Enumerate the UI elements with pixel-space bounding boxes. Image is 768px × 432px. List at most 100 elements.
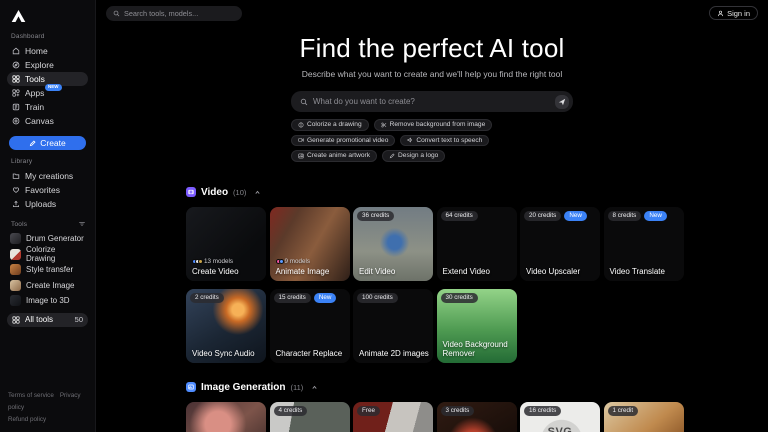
- sidebar-tool-colorize-drawing[interactable]: Colorize Drawing: [7, 247, 88, 263]
- new-badge: New: [564, 211, 587, 221]
- sidebar-tool-label: Image to 3D: [26, 296, 70, 305]
- card-title: Video Sync Audio: [192, 349, 262, 358]
- models-info: 13 models: [192, 258, 262, 265]
- credits-badge: 2 credits: [190, 293, 224, 303]
- refund-link[interactable]: Refund policy: [8, 416, 46, 423]
- card-title: Animate 2D images: [359, 349, 429, 358]
- credits-badge: 100 credits: [357, 293, 398, 303]
- user-icon: [717, 10, 724, 17]
- credits-badge: 15 credits: [274, 293, 311, 303]
- card-image-gen-4[interactable]: 3 credits: [437, 402, 517, 432]
- sidebar-item-all-tools[interactable]: All tools 50: [7, 313, 88, 327]
- card-animate-2d-images[interactable]: 100 credits Animate 2D images: [353, 289, 433, 363]
- chip-remove-background[interactable]: Remove background from image: [374, 119, 493, 131]
- chip-colorize-a-drawing[interactable]: Colorize a drawing: [291, 119, 369, 131]
- send-button[interactable]: [555, 95, 569, 109]
- sidebar-item-label: Train: [25, 102, 44, 112]
- section-video-header: Video (10): [186, 187, 768, 198]
- sidebar-item-explore[interactable]: Explore: [7, 58, 88, 72]
- card-image-gen-1[interactable]: 11 models: [186, 402, 266, 432]
- card-title: Video Background Remover: [443, 340, 513, 358]
- sign-in-button[interactable]: Sign in: [709, 6, 758, 20]
- card-image-gen-6[interactable]: 1 credit: [604, 402, 684, 432]
- sidebar-tools-header: Tools: [11, 220, 86, 228]
- sidebar-tool-create-image[interactable]: Create Image: [7, 278, 88, 294]
- card-image-gen-2[interactable]: 4 credits: [270, 402, 350, 432]
- chip-label: Colorize a drawing: [307, 121, 362, 128]
- filter-icon[interactable]: [78, 220, 86, 228]
- topbar: Search tools, models... Sign in: [96, 0, 768, 26]
- new-badge: New: [644, 211, 667, 221]
- page-title: Find the perfect AI tool: [300, 33, 565, 64]
- send-icon: [558, 98, 566, 106]
- chevron-up-icon[interactable]: [311, 384, 318, 391]
- models-count: 13 models: [204, 258, 233, 265]
- sidebar-item-label: Explore: [25, 60, 54, 70]
- logo-icon: [10, 9, 27, 23]
- chip-convert-text-to-speech[interactable]: Convert text to speech: [400, 135, 489, 147]
- sidebar-item-apps[interactable]: Apps NEW: [7, 86, 88, 100]
- sidebar-item-label: Home: [25, 46, 48, 56]
- card-image-depth-map[interactable]: Free Image Depth Map: [353, 402, 433, 432]
- prompt-input[interactable]: What do you want to create?: [291, 91, 573, 112]
- sidebar-item-my-creations[interactable]: My creations: [7, 169, 88, 183]
- card-title: Edit Video: [359, 267, 429, 276]
- card-video-translate[interactable]: 8 credits New Video Translate: [604, 207, 684, 281]
- chip-generate-promotional-video[interactable]: Generate promotional video: [291, 135, 395, 147]
- chip-label: Generate promotional video: [307, 137, 388, 144]
- sidebar-footer: Terms of servicePrivacy policy Refund po…: [8, 390, 95, 426]
- card-svg-generator[interactable]: SVG 16 credits: [520, 402, 600, 432]
- card-video-background-remover[interactable]: 30 credits Video Background Remover: [437, 289, 517, 363]
- card-extend-video[interactable]: 64 credits Extend Video: [437, 207, 517, 281]
- chip-label: Remove background from image: [390, 121, 486, 128]
- credits-badge: 20 credits: [524, 211, 561, 221]
- palette-icon: [298, 122, 304, 128]
- canvas-icon: [12, 117, 20, 125]
- apps-icon: [12, 89, 20, 97]
- card-create-video[interactable]: 13 models Create Video: [186, 207, 266, 281]
- sidebar-item-label: Uploads: [25, 199, 56, 209]
- credits-badge: 64 credits: [441, 211, 478, 221]
- card-video-upscaler[interactable]: 20 credits New Video Upscaler: [520, 207, 600, 281]
- models-info: 9 models: [276, 258, 346, 265]
- sidebar-item-train[interactable]: Train: [7, 100, 88, 114]
- video-card-row-2: 2 credits Video Sync Audio 15 credits Ne…: [186, 289, 768, 363]
- card-character-replace[interactable]: 15 credits New Character Replace: [270, 289, 350, 363]
- home-icon: [12, 47, 20, 55]
- sidebar-tool-drum-generator[interactable]: Drum Generator: [7, 231, 88, 247]
- create-button[interactable]: Create: [9, 136, 86, 150]
- chevron-up-icon[interactable]: [254, 189, 261, 196]
- search-icon: [113, 10, 120, 17]
- card-edit-video[interactable]: 36 credits Edit Video: [353, 207, 433, 281]
- sidebar-item-uploads[interactable]: Uploads: [7, 197, 88, 211]
- sidebar-item-canvas[interactable]: Canvas: [7, 114, 88, 128]
- new-badge: New: [314, 293, 337, 303]
- card-animate-image[interactable]: 9 models Animate Image: [270, 207, 350, 281]
- tool-thumbnail: [10, 249, 21, 260]
- chip-create-anime-artwork[interactable]: Create anime artwork: [291, 150, 377, 162]
- prompt-placeholder: What do you want to create?: [313, 97, 550, 106]
- credits-badge: 30 credits: [441, 293, 478, 303]
- sidebar-item-label: Tools: [25, 74, 45, 84]
- card-title: Video Translate: [610, 267, 680, 276]
- sidebar-item-home[interactable]: Home: [7, 44, 88, 58]
- tool-thumbnail: [10, 295, 21, 306]
- sidebar-tool-style-transfer[interactable]: Style transfer: [7, 262, 88, 278]
- card-video-sync-audio[interactable]: 2 credits Video Sync Audio: [186, 289, 266, 363]
- sidebar-section-library: Library: [11, 158, 88, 165]
- top-search-input[interactable]: Search tools, models...: [106, 6, 242, 21]
- search-icon: [300, 98, 308, 106]
- credits-badge: 1 credit: [608, 406, 639, 416]
- sidebar-tool-label: Colorize Drawing: [26, 245, 85, 263]
- terms-link[interactable]: Terms of service: [8, 392, 54, 399]
- main-content: Search tools, models... Sign in Find the…: [96, 0, 768, 432]
- all-tools-count: 50: [75, 315, 83, 324]
- app-logo[interactable]: [10, 7, 40, 25]
- sidebar-section-dashboard: Dashboard: [11, 33, 88, 40]
- sidebar: Dashboard Home Explore Tools Apps NEW Tr…: [0, 0, 96, 432]
- sidebar-tool-image-to-3d[interactable]: Image to 3D: [7, 293, 88, 309]
- chip-design-a-logo[interactable]: Design a logo: [382, 150, 445, 162]
- sidebar-item-favorites[interactable]: Favorites: [7, 183, 88, 197]
- create-button-label: Create: [40, 138, 66, 148]
- all-tools-grid-icon: [12, 316, 20, 324]
